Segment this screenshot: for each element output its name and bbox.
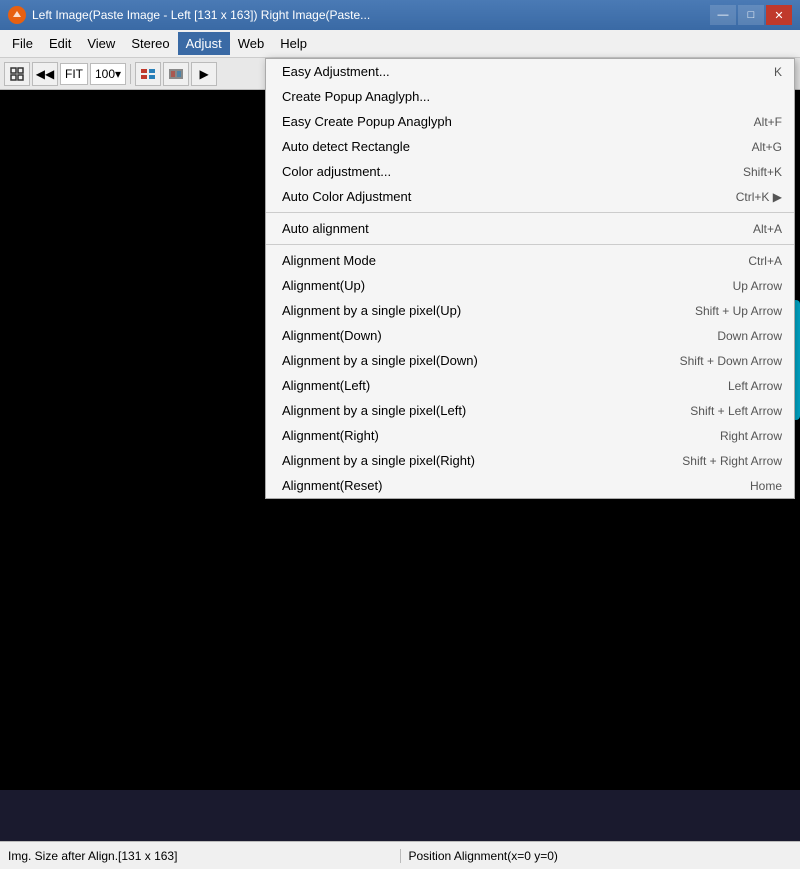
menu-alignment-reset-label: Alignment(Reset) [282,478,382,493]
menu-alignment-single-down-label: Alignment by a single pixel(Down) [282,353,478,368]
menu-alignment-down-shortcut: Down Arrow [717,329,782,343]
menu-alignment-left-shortcut: Left Arrow [728,379,782,393]
menu-alignment-left-label: Alignment(Left) [282,378,370,393]
menu-auto-alignment[interactable]: Auto alignment Alt+A [266,216,794,241]
menu-alignment-reset[interactable]: Alignment(Reset) Home [266,473,794,498]
menu-alignment-single-right-label: Alignment by a single pixel(Right) [282,453,475,468]
menu-color-adjustment[interactable]: Color adjustment... Shift+K [266,159,794,184]
menu-create-popup-anaglyph[interactable]: Create Popup Anaglyph... [266,84,794,109]
menu-easy-create-popup-shortcut: Alt+F [754,115,782,129]
menu-alignment-right[interactable]: Alignment(Right) Right Arrow [266,423,794,448]
toolbar-separator-1 [130,64,131,84]
status-right: Position Alignment(x=0 y=0) [401,849,800,863]
menu-alignment-single-up-shortcut: Shift + Up Arrow [695,304,782,318]
menu-easy-adjustment-shortcut: K [774,65,782,79]
menu-alignment-left[interactable]: Alignment(Left) Left Arrow [266,373,794,398]
menu-alignment-right-shortcut: Right Arrow [720,429,782,443]
separator-1 [266,212,794,213]
menu-alignment-single-right[interactable]: Alignment by a single pixel(Right) Shift… [266,448,794,473]
menu-auto-color-label: Auto Color Adjustment [282,189,411,204]
menu-auto-alignment-label: Auto alignment [282,221,369,236]
menu-easy-adjustment-label: Easy Adjustment... [282,64,390,79]
zoom-dropdown[interactable]: 100 ▾ [90,63,126,85]
minimize-button[interactable]: — [710,5,736,25]
menu-alignment-up-shortcut: Up Arrow [733,279,782,293]
menu-easy-adjustment[interactable]: Easy Adjustment... K [266,59,794,84]
title-bar-left: Left Image(Paste Image - Left [131 x 163… [8,6,370,24]
menu-alignment-up-label: Alignment(Up) [282,278,365,293]
adjust-dropdown: Easy Adjustment... K Create Popup Anagly… [265,58,795,499]
view-mode-1-icon [141,69,155,79]
menu-auto-alignment-shortcut: Alt+A [753,222,782,236]
menu-create-popup-anaglyph-label: Create Popup Anaglyph... [282,89,430,104]
menu-color-adjustment-shortcut: Shift+K [743,165,782,179]
menu-edit[interactable]: Edit [41,32,79,55]
prev-button[interactable]: ◀◀ [32,62,58,86]
view-mode-2-button[interactable] [163,62,189,86]
separator-2 [266,244,794,245]
menu-easy-create-popup-label: Easy Create Popup Anaglyph [282,114,452,129]
menu-auto-detect-shortcut: Alt+G [752,140,782,154]
zoom-dropdown-arrow: ▾ [115,67,121,81]
menu-web[interactable]: Web [230,32,273,55]
menu-view[interactable]: View [79,32,123,55]
menu-help[interactable]: Help [272,32,315,55]
menu-adjust[interactable]: Adjust [178,32,230,55]
menu-alignment-single-up-label: Alignment by a single pixel(Up) [282,303,461,318]
menu-alignment-down[interactable]: Alignment(Down) Down Arrow [266,323,794,348]
fit-label: FIT [60,63,88,85]
app-icon [8,6,26,24]
menu-alignment-mode-shortcut: Ctrl+A [748,254,782,268]
view-mode-1-button[interactable] [135,62,161,86]
menu-alignment-mode-label: Alignment Mode [282,253,376,268]
fullscreen-icon [10,67,24,81]
status-bar: Img. Size after Align.[131 x 163] Positi… [0,841,800,869]
menu-alignment-single-right-shortcut: Shift + Right Arrow [682,454,782,468]
menu-alignment-right-label: Alignment(Right) [282,428,379,443]
status-left: Img. Size after Align.[131 x 163] [0,849,401,863]
menu-auto-detect-label: Auto detect Rectangle [282,139,410,154]
menu-alignment-single-down[interactable]: Alignment by a single pixel(Down) Shift … [266,348,794,373]
title-bar: Left Image(Paste Image - Left [131 x 163… [0,0,800,30]
view-mode-2-icon [169,69,183,79]
menu-auto-color[interactable]: Auto Color Adjustment Ctrl+K ▶ [266,184,794,209]
menu-auto-color-shortcut: Ctrl+K ▶ [736,190,782,204]
menu-alignment-down-label: Alignment(Down) [282,328,382,343]
menu-auto-detect[interactable]: Auto detect Rectangle Alt+G [266,134,794,159]
menu-bar: File Edit View Stereo Adjust Web Help Ea… [0,30,800,58]
zoom-value: 100 [95,67,115,81]
menu-easy-create-popup[interactable]: Easy Create Popup Anaglyph Alt+F [266,109,794,134]
window-title: Left Image(Paste Image - Left [131 x 163… [32,8,370,22]
fullscreen-button[interactable] [4,62,30,86]
prev-icon: ◀◀ [36,67,54,81]
title-controls: — □ ✕ [710,5,792,25]
menu-alignment-mode[interactable]: Alignment Mode Ctrl+A [266,248,794,273]
menu-alignment-single-up[interactable]: Alignment by a single pixel(Up) Shift + … [266,298,794,323]
menu-alignment-single-left-label: Alignment by a single pixel(Left) [282,403,466,418]
menu-alignment-reset-shortcut: Home [750,479,782,493]
menu-alignment-single-down-shortcut: Shift + Down Arrow [680,354,782,368]
view-mode-3-button[interactable]: ▶ [191,62,217,86]
menu-alignment-up[interactable]: Alignment(Up) Up Arrow [266,273,794,298]
close-button[interactable]: ✕ [766,5,792,25]
menu-color-adjustment-label: Color adjustment... [282,164,391,179]
menu-stereo[interactable]: Stereo [123,32,177,55]
menu-file[interactable]: File [4,32,41,55]
maximize-button[interactable]: □ [738,5,764,25]
menu-alignment-single-left-shortcut: Shift + Left Arrow [690,404,782,418]
menu-alignment-single-left[interactable]: Alignment by a single pixel(Left) Shift … [266,398,794,423]
